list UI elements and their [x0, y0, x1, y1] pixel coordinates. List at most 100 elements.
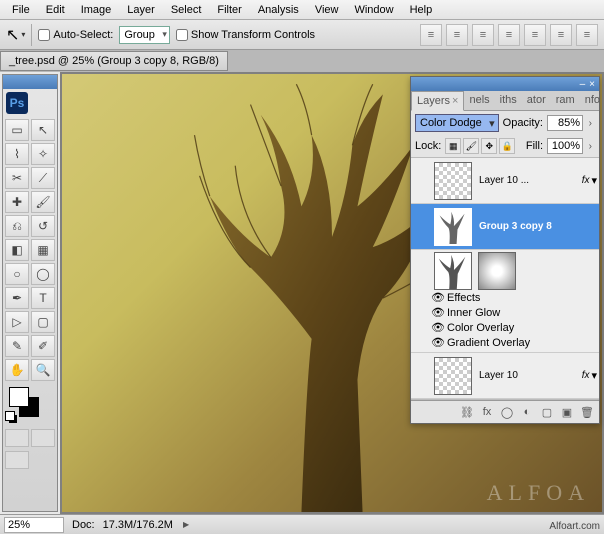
menu-image[interactable]: Image: [73, 2, 120, 18]
effect-color-overlay[interactable]: Color Overlay: [447, 322, 514, 334]
lock-position-icon[interactable]: ✥: [481, 138, 497, 154]
align-icon[interactable]: ≡: [446, 24, 468, 46]
tab-histogram[interactable]: ram: [551, 91, 580, 110]
layer-style-icon[interactable]: fx: [478, 404, 496, 420]
layer-thumbnail[interactable]: [434, 252, 472, 290]
tab-close-icon[interactable]: ×: [452, 95, 458, 107]
visibility-eye-icon[interactable]: 👁: [429, 291, 447, 304]
menu-view[interactable]: View: [307, 2, 347, 18]
tab-navigator[interactable]: ator: [522, 91, 551, 110]
layer-thumbnail[interactable]: [434, 357, 472, 395]
pen-tool[interactable]: ✒: [5, 287, 29, 309]
auto-select-checkbox[interactable]: [38, 29, 50, 41]
layer-thumbnail[interactable]: [434, 162, 472, 200]
visibility-eye-icon[interactable]: 👁: [429, 336, 447, 349]
fx-badge-icon[interactable]: fx: [582, 370, 590, 381]
new-layer-icon[interactable]: ▣: [558, 404, 576, 420]
tab-channels[interactable]: nels: [464, 91, 494, 110]
notes-tool[interactable]: ✎: [5, 335, 29, 357]
effect-gradient-overlay[interactable]: Gradient Overlay: [447, 337, 530, 349]
panel-close-icon[interactable]: ×: [589, 79, 595, 90]
menu-filter[interactable]: Filter: [209, 2, 249, 18]
zoom-tool[interactable]: 🔍: [31, 359, 55, 381]
layer-name-label[interactable]: Layer 10 ...: [475, 175, 580, 186]
layer-name-label[interactable]: Layer 10: [475, 370, 580, 381]
slice-tool[interactable]: ⟋: [31, 167, 55, 189]
effects-label[interactable]: Effects: [447, 292, 480, 304]
align-icon[interactable]: ≡: [576, 24, 598, 46]
document-tab[interactable]: _tree.psd @ 25% (Group 3 copy 8, RGB/8): [0, 51, 228, 71]
lock-pixels-icon[interactable]: 🖌: [463, 138, 479, 154]
standard-mode-icon[interactable]: [5, 429, 29, 447]
show-transform-checkbox[interactable]: [176, 29, 188, 41]
move-tool[interactable]: ↖: [31, 119, 55, 141]
heal-tool[interactable]: ✚: [5, 191, 29, 213]
palette-drag-handle[interactable]: [3, 75, 57, 89]
eyedropper-tool[interactable]: ✐: [31, 335, 55, 357]
chevron-down-icon[interactable]: ▾: [591, 174, 597, 187]
align-icon[interactable]: ≡: [550, 24, 572, 46]
panel-titlebar[interactable]: – ×: [411, 77, 599, 91]
blend-mode-combo[interactable]: Color Dodge: [415, 114, 499, 132]
panel-minimize-icon[interactable]: –: [580, 79, 586, 90]
shape-tool[interactable]: ▢: [31, 311, 55, 333]
menu-help[interactable]: Help: [402, 2, 441, 18]
default-colors-icon[interactable]: [5, 411, 19, 425]
dodge-tool[interactable]: ◯: [31, 263, 55, 285]
new-group-icon[interactable]: ▢: [538, 404, 556, 420]
layer-name-label[interactable]: Group 3 copy 8: [475, 221, 597, 232]
stamp-tool[interactable]: ⎌: [5, 215, 29, 237]
fill-field[interactable]: 100%: [547, 138, 583, 154]
gradient-tool[interactable]: ▦: [31, 239, 55, 261]
align-icon[interactable]: ≡: [420, 24, 442, 46]
align-icon[interactable]: ≡: [472, 24, 494, 46]
quickmask-mode-icon[interactable]: [31, 429, 55, 447]
align-icon[interactable]: ≡: [524, 24, 546, 46]
lock-all-icon[interactable]: 🔒: [499, 138, 515, 154]
wand-tool[interactable]: ✧: [31, 143, 55, 165]
chevron-down-icon[interactable]: ▾: [591, 369, 597, 382]
path-tool[interactable]: ▷: [5, 311, 29, 333]
brush-tool[interactable]: 🖌: [31, 191, 55, 213]
layers-list[interactable]: Layer 10 ... fx ▾ Group 3 copy 8 👁Effect…: [411, 157, 599, 400]
adjustment-layer-icon[interactable]: ◐: [518, 404, 536, 420]
color-swatches[interactable]: [3, 383, 57, 427]
visibility-eye-icon[interactable]: 👁: [429, 321, 447, 334]
layer-row[interactable]: Layer 10 fx ▾: [411, 353, 599, 399]
layer-row[interactable]: Layer 10 ... fx ▾: [411, 158, 599, 204]
foreground-color-swatch[interactable]: [9, 387, 29, 407]
auto-select-target-combo[interactable]: Group: [119, 26, 170, 44]
lasso-tool[interactable]: ⌇: [5, 143, 29, 165]
menu-edit[interactable]: Edit: [38, 2, 73, 18]
fx-badge-icon[interactable]: fx: [582, 175, 590, 186]
zoom-field[interactable]: 25%: [4, 517, 64, 533]
screen-mode-icon[interactable]: [5, 451, 29, 469]
menu-analysis[interactable]: Analysis: [250, 2, 307, 18]
history-brush-tool[interactable]: ↺: [31, 215, 55, 237]
layer-thumbnail[interactable]: [434, 208, 472, 246]
menu-select[interactable]: Select: [163, 2, 210, 18]
menu-layer[interactable]: Layer: [119, 2, 163, 18]
align-icon[interactable]: ≡: [498, 24, 520, 46]
hand-tool[interactable]: ✋: [5, 359, 29, 381]
menu-window[interactable]: Window: [346, 2, 401, 18]
opacity-field[interactable]: 85%: [547, 115, 583, 131]
link-layers-icon[interactable]: ⛓: [458, 404, 476, 420]
layer-mask-icon[interactable]: ◯: [498, 404, 516, 420]
blur-tool[interactable]: ○: [5, 263, 29, 285]
tab-paths[interactable]: iths: [495, 91, 522, 110]
status-menu-icon[interactable]: ▶: [183, 520, 189, 529]
eraser-tool[interactable]: ◧: [5, 239, 29, 261]
layer-row[interactable]: 👁Effects 👁Inner Glow 👁Color Overlay 👁Gra…: [411, 250, 599, 353]
lock-transparency-icon[interactable]: ▦: [445, 138, 461, 154]
menu-file[interactable]: File: [4, 2, 38, 18]
tab-info[interactable]: nfo: [580, 91, 604, 110]
layer-row[interactable]: Group 3 copy 8: [411, 204, 599, 250]
visibility-eye-icon[interactable]: 👁: [429, 306, 447, 319]
tab-layers[interactable]: Layers×: [411, 91, 464, 111]
crop-tool[interactable]: ✂: [5, 167, 29, 189]
layer-mask-thumbnail[interactable]: [478, 252, 516, 290]
type-tool[interactable]: T: [31, 287, 55, 309]
effect-inner-glow[interactable]: Inner Glow: [447, 307, 500, 319]
marquee-tool[interactable]: ▭: [5, 119, 29, 141]
